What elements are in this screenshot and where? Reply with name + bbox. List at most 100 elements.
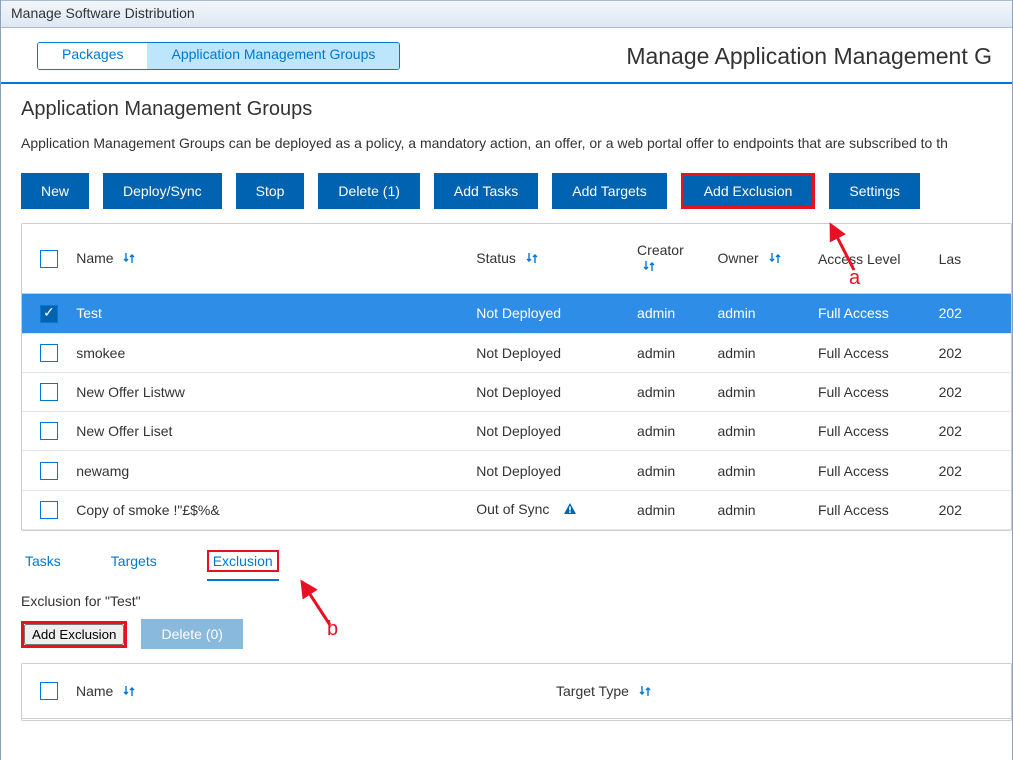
col-status[interactable]: Status: [468, 224, 629, 294]
cell-status: Not Deployed: [468, 333, 629, 372]
cell-creator: admin: [629, 372, 709, 411]
table-row[interactable]: New Offer ListwwNot DeployedadminadminFu…: [22, 372, 1011, 411]
top-tab-area: Packages Application Management Groups M…: [1, 28, 1012, 70]
table-header-row: Name Status: [22, 224, 1011, 294]
add-tasks-button[interactable]: Add Tasks: [434, 173, 538, 209]
cell-status: Out of Sync: [468, 490, 629, 529]
sort-icon: [769, 251, 781, 267]
col-name[interactable]: Name: [68, 224, 468, 294]
row-checkbox[interactable]: [40, 305, 58, 323]
cell-creator: admin: [629, 333, 709, 372]
cell-owner: admin: [709, 372, 810, 411]
row-checkbox[interactable]: [40, 344, 58, 362]
cell-owner: admin: [709, 294, 810, 333]
table-row[interactable]: smokeeNot DeployedadminadminFull Access2…: [22, 333, 1011, 372]
cell-last: 202: [931, 490, 1011, 529]
exclusion-add-button[interactable]: Add Exclusion: [24, 624, 124, 645]
col-last-label: Las: [939, 251, 962, 267]
add-targets-button[interactable]: Add Targets: [552, 173, 666, 209]
cell-name: smoke: [68, 530, 468, 531]
table-row[interactable]: Copy of smoke !"£$%&Out of Syncadminadmi…: [22, 490, 1011, 529]
delete-button[interactable]: Delete (1): [318, 173, 419, 209]
subtab-exclusion-label: Exclusion: [213, 553, 273, 569]
cell-status: Not Deployed: [468, 294, 629, 333]
col-last[interactable]: Las: [931, 224, 1011, 294]
col-creator-label: Creator: [637, 242, 684, 258]
col-creator[interactable]: Creator: [629, 224, 709, 294]
settings-button[interactable]: Settings: [829, 173, 920, 209]
sort-icon: [123, 684, 135, 700]
warning-icon: [563, 502, 577, 519]
content-area: Packages Application Management Groups M…: [1, 28, 1012, 721]
sort-icon: [526, 251, 538, 267]
cell-last: 202: [931, 530, 1011, 531]
groups-table: Name Status: [22, 224, 1011, 531]
highlight-exclusion-tab: Exclusion: [207, 550, 279, 572]
tab-amg[interactable]: Application Management Groups: [147, 43, 399, 69]
cell-status: Not Deployed: [468, 451, 629, 490]
cell-name: Test: [68, 294, 468, 333]
row-checkbox[interactable]: [40, 501, 58, 519]
col-owner-label: Owner: [717, 250, 758, 266]
new-button[interactable]: New: [21, 173, 89, 209]
row-checkbox[interactable]: [40, 383, 58, 401]
table-row[interactable]: newamgNot DeployedadminadminFull Access2…: [22, 451, 1011, 490]
exclusion-select-all-checkbox[interactable]: [40, 682, 58, 700]
cell-owner: admin: [709, 530, 810, 531]
cell-owner: admin: [709, 451, 810, 490]
page-heading: Manage Application Management G: [626, 43, 992, 70]
exclusion-action-bar: Add Exclusion Delete (0): [21, 619, 1012, 649]
select-all-checkbox[interactable]: [40, 250, 58, 268]
cell-last: 202: [931, 372, 1011, 411]
stop-button[interactable]: Stop: [236, 173, 305, 209]
cell-name: New Offer Liset: [68, 412, 468, 451]
cell-status: Deployed: [468, 530, 629, 531]
main-section: Application Management Groups Applicatio…: [1, 84, 1012, 721]
cell-access: Full Access: [810, 490, 931, 529]
exclusion-table: Name Target Type: [22, 664, 1011, 719]
col-excl-name[interactable]: Name: [68, 664, 548, 719]
col-name-label: Name: [76, 250, 113, 266]
window-title: Manage Software Distribution: [11, 5, 195, 21]
cell-name: Copy of smoke !"£$%&: [68, 490, 468, 529]
subtab-tasks[interactable]: Tasks: [25, 553, 61, 575]
subtab-targets[interactable]: Targets: [111, 553, 157, 575]
add-exclusion-button[interactable]: Add Exclusion: [684, 176, 813, 206]
action-bar: New Deploy/Sync Stop Delete (1) Add Task…: [21, 173, 1012, 209]
subtab-exclusion[interactable]: Exclusion: [207, 553, 279, 575]
window-titlebar: Manage Software Distribution: [1, 0, 1012, 28]
highlight-add-exclusion-2: Add Exclusion: [21, 621, 127, 648]
cell-creator: admin: [629, 490, 709, 529]
cell-access: Full Access: [810, 333, 931, 372]
table-row[interactable]: New Offer LisetNot DeployedadminadminFul…: [22, 412, 1011, 451]
cell-owner: admin: [709, 333, 810, 372]
row-checkbox[interactable]: [40, 422, 58, 440]
cell-creator: admin: [629, 294, 709, 333]
cell-owner: admin: [709, 412, 810, 451]
row-checkbox[interactable]: [40, 462, 58, 480]
col-target-type[interactable]: Target Type: [548, 664, 1011, 719]
deploy-sync-button[interactable]: Deploy/Sync: [103, 173, 222, 209]
highlight-add-exclusion: Add Exclusion: [681, 173, 816, 209]
table-row[interactable]: smokeDeployedadminadminFull Access202: [22, 530, 1011, 531]
cell-access: Full Access: [810, 530, 931, 531]
cell-access: Full Access: [810, 294, 931, 333]
col-owner[interactable]: Owner: [709, 224, 810, 294]
cell-access: Full Access: [810, 412, 931, 451]
tab-packages[interactable]: Packages: [38, 43, 147, 69]
cell-creator: admin: [629, 451, 709, 490]
sort-icon: [123, 251, 135, 267]
col-excl-name-label: Name: [76, 683, 113, 699]
detail-subtabs: Tasks Targets Exclusion: [21, 553, 1012, 575]
table-row[interactable]: TestNot DeployedadminadminFull Access202: [22, 294, 1011, 333]
cell-name: newamg: [68, 451, 468, 490]
cell-name: smokee: [68, 333, 468, 372]
exclusion-delete-button[interactable]: Delete (0): [141, 619, 242, 649]
cell-access: Full Access: [810, 372, 931, 411]
cell-last: 202: [931, 333, 1011, 372]
sort-icon: [643, 259, 655, 275]
cell-access: Full Access: [810, 451, 931, 490]
col-target-type-label: Target Type: [556, 683, 629, 699]
cell-last: 202: [931, 451, 1011, 490]
col-access[interactable]: Access Level: [810, 224, 931, 294]
